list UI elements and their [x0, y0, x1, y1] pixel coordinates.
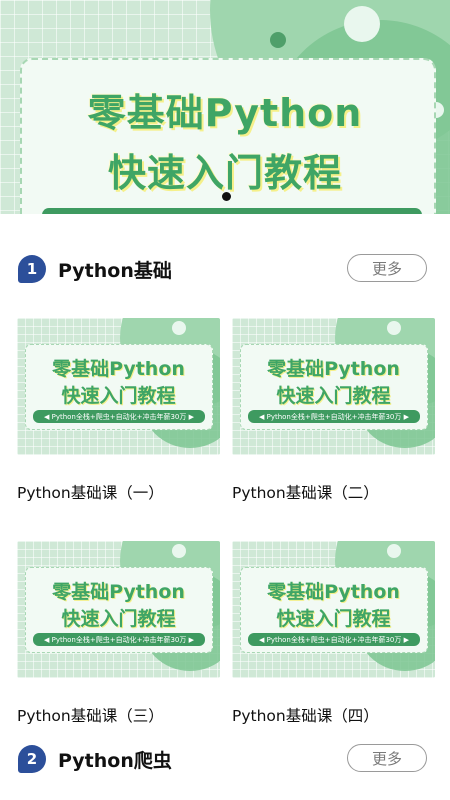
section-title: Python基础: [58, 260, 172, 282]
more-button[interactable]: 更多: [347, 744, 427, 772]
banner-decor-dot: [270, 32, 286, 48]
course-thumbnail[interactable]: 零基础Python 快速入门教程 ◀ Python全栈+爬虫+自动化+冲击年薪3…: [232, 318, 435, 455]
thumb-title-line1: 零基础Python: [267, 358, 400, 380]
course-thumbnail[interactable]: 零基础Python 快速入门教程 ◀ Python全栈+爬虫+自动化+冲击年薪3…: [17, 318, 220, 455]
thumb-title-line1: 零基础Python: [267, 581, 400, 603]
hero-banner[interactable]: 零基础Python 快速入门教程: [0, 0, 450, 214]
section-header-python-basics: 1 Python基础 更多: [0, 254, 450, 286]
thumb-decor-dot: [172, 321, 186, 335]
thumb-title-line1: 零基础Python: [52, 581, 185, 603]
thumb-ribbon: ◀ Python全栈+爬虫+自动化+冲击年薪30万 ▶: [33, 633, 205, 646]
course-card[interactable]: 零基础Python 快速入门教程 ◀ Python全栈+爬虫+自动化+冲击年薪3…: [232, 541, 435, 726]
course-card[interactable]: 零基础Python 快速入门教程 ◀ Python全栈+爬虫+自动化+冲击年薪3…: [17, 541, 220, 726]
section-number-badge: 2: [18, 745, 46, 773]
section-header-python-crawler: 2 Python爬虫 更多: [0, 744, 450, 776]
course-card[interactable]: 零基础Python 快速入门教程 ◀ Python全栈+爬虫+自动化+冲击年薪3…: [17, 318, 220, 503]
thumb-decor-dot: [387, 321, 401, 335]
section-title: Python爬虫: [58, 750, 172, 772]
course-card[interactable]: 零基础Python 快速入门教程 ◀ Python全栈+爬虫+自动化+冲击年薪3…: [232, 318, 435, 503]
course-thumbnail[interactable]: 零基础Python 快速入门教程 ◀ Python全栈+爬虫+自动化+冲击年薪3…: [232, 541, 435, 678]
thumb-title-line2: 快速入门教程: [276, 608, 391, 630]
thumb-title-line2: 快速入门教程: [61, 608, 176, 630]
thumb-title-line2: 快速入门教程: [61, 385, 176, 407]
course-thumbnail[interactable]: 零基础Python 快速入门教程 ◀ Python全栈+爬虫+自动化+冲击年薪3…: [17, 541, 220, 678]
banner-title-line1: 零基础Python: [87, 91, 363, 135]
thumb-ribbon: ◀ Python全栈+爬虫+自动化+冲击年薪30万 ▶: [248, 633, 420, 646]
more-button[interactable]: 更多: [347, 254, 427, 282]
banner-title-line2: 快速入门教程: [107, 151, 342, 195]
course-title[interactable]: Python基础课（三）: [17, 704, 220, 726]
thumb-decor-dot: [387, 544, 401, 558]
thumb-title-line2: 快速入门教程: [276, 385, 391, 407]
course-title[interactable]: Python基础课（一）: [17, 481, 220, 503]
thumb-title-line1: 零基础Python: [52, 358, 185, 380]
carousel-indicator[interactable]: [222, 192, 231, 201]
thumb-ribbon: ◀ Python全栈+爬虫+自动化+冲击年薪30万 ▶: [248, 410, 420, 423]
course-title[interactable]: Python基础课（二）: [232, 481, 435, 503]
banner-decor-circle: [344, 6, 380, 42]
section-number-badge: 1: [18, 255, 46, 283]
thumb-ribbon: ◀ Python全栈+爬虫+自动化+冲击年薪30万 ▶: [33, 410, 205, 423]
content-panel: 1 Python基础 更多 零基础Python 快速入门教程 ◀ Python全…: [0, 214, 450, 800]
course-title[interactable]: Python基础课（四）: [232, 704, 435, 726]
thumb-decor-dot: [172, 544, 186, 558]
